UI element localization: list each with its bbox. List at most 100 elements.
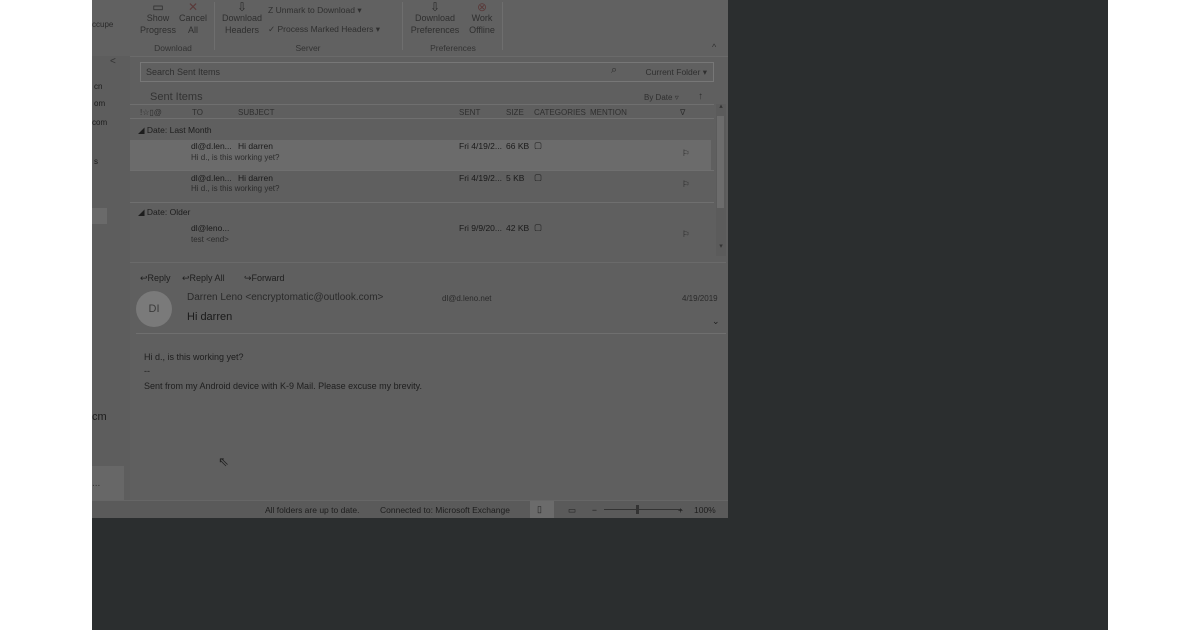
selected-folder-item[interactable]	[92, 208, 107, 224]
zoom-level[interactable]: 100%	[694, 505, 716, 515]
work-offline-icon: ⊗	[476, 0, 488, 14]
folder-item[interactable]: s	[94, 157, 98, 166]
row-sent: Fri 4/19/2...	[459, 173, 502, 183]
search-scope-label: Current Folder	[645, 67, 701, 77]
flag-icon[interactable]: ⚐	[682, 148, 690, 159]
message-to[interactable]: dl@d.leno.net	[442, 294, 492, 303]
desktop-background	[92, 518, 1108, 630]
reply-button[interactable]: ↩Reply	[140, 273, 171, 284]
column-size[interactable]: SIZE	[506, 108, 524, 117]
download-preferences-icon: ⇩	[429, 0, 441, 14]
folder-item[interactable]: cm	[92, 411, 107, 423]
row-to: dl@d.len...	[191, 141, 232, 151]
cancel-all-button[interactable]: ✕ Cancel All	[178, 0, 208, 36]
normal-view-icon: ▯	[537, 504, 542, 514]
message-body-line: --	[144, 366, 150, 376]
show-progress-button[interactable]: ▭ Show Progress	[138, 1, 178, 36]
scroll-up-icon[interactable]: ▴	[716, 102, 726, 110]
download-headers-icon: ⇩	[236, 0, 248, 14]
folder-pane: < cn om com s cm ...	[92, 56, 130, 506]
more-label: ...	[92, 478, 101, 489]
desktop-background-right	[728, 0, 1108, 518]
sort-dropdown[interactable]: By Date ▿	[644, 93, 679, 102]
zoom-out-button[interactable]: −	[592, 505, 597, 515]
filter-icon[interactable]: ∇	[680, 108, 685, 117]
row-subject: Hi darren	[238, 141, 273, 151]
column-icons[interactable]: !☆▯@	[140, 108, 162, 117]
column-divider	[130, 104, 714, 105]
folder-item[interactable]: com	[92, 118, 107, 127]
reply-all-button[interactable]: ↩Reply All	[182, 273, 225, 284]
group-header[interactable]: ◢ Date: Last Month	[138, 125, 212, 136]
forward-label: Forward	[251, 273, 285, 283]
zoom-slider[interactable]	[604, 509, 682, 510]
ribbon-separator	[502, 2, 503, 50]
row-sent: Fri 9/9/20...	[459, 223, 502, 233]
flag-icon[interactable]: ⚐	[682, 229, 690, 240]
cancel-icon: ✕	[187, 0, 199, 14]
folders-status: All folders are up to date.	[265, 505, 360, 515]
forward-icon: ↪	[244, 273, 252, 283]
zoom-slider-thumb[interactable]	[636, 505, 639, 514]
download-preferences-button[interactable]: ⇩ Download Preferences	[408, 0, 462, 36]
search-input[interactable]: Search Sent Items	[146, 67, 220, 77]
mouse-cursor-icon: ⇖	[218, 454, 229, 469]
flag-icon[interactable]: ⚐	[682, 179, 690, 190]
mail-list-scrollbar[interactable]: ▴ ▾	[716, 102, 726, 256]
avatar: DI	[136, 291, 172, 327]
column-sent[interactable]: SENT	[459, 108, 480, 117]
chevron-down-icon: ▾	[357, 5, 362, 15]
column-mention[interactable]: MENTION	[590, 108, 627, 117]
message-body-line: Hi d., is this working yet?	[144, 352, 244, 362]
group-header[interactable]: ◢ Date: Older	[138, 207, 190, 218]
search-scope-dropdown[interactable]: Current Folder ▾	[646, 67, 707, 78]
reading-view-icon[interactable]: ▭	[568, 505, 576, 516]
search-icon[interactable]: ⌕	[611, 64, 617, 77]
collapse-triangle-icon: ◢	[138, 125, 145, 135]
zoom-in-button[interactable]: +	[678, 505, 683, 515]
collapse-folder-pane-icon[interactable]: <	[110, 56, 116, 67]
download-preferences-label: Download Preferences	[410, 13, 460, 35]
row-to: dl@leno...	[191, 223, 230, 233]
column-categories[interactable]: CATEGORIES	[534, 108, 586, 117]
column-subject[interactable]: SUBJECT	[238, 108, 274, 117]
server-group-label: Server	[295, 43, 321, 53]
ribbon-separator	[214, 2, 215, 50]
more-apps-button[interactable]: ...	[92, 466, 124, 500]
group-label: Date: Older	[146, 207, 191, 217]
row-sent: Fri 4/19/2...	[459, 141, 502, 151]
message-date: 4/19/2019	[682, 294, 718, 303]
expand-header-chevron-icon[interactable]: ⌄	[712, 316, 720, 327]
reply-label: Reply	[147, 273, 171, 283]
preferences-group-label: Preferences	[430, 43, 476, 53]
category-box-icon[interactable]: ▢	[534, 172, 542, 183]
column-to[interactable]: TO	[192, 108, 203, 117]
collapse-ribbon-icon[interactable]: ^	[712, 42, 716, 52]
folder-title: Sent Items	[150, 91, 203, 103]
folder-item[interactable]: cn	[94, 82, 102, 91]
row-divider	[130, 202, 714, 203]
forward-button[interactable]: ↪Forward	[244, 273, 285, 284]
normal-view-button[interactable]: ▯	[530, 501, 554, 518]
category-box-icon[interactable]: ▢	[534, 222, 542, 233]
search-box[interactable]: Search Sent Items ⌕ Current Folder ▾	[140, 62, 714, 82]
process-label: Process Marked Headers	[277, 24, 374, 34]
message-subject: Hi darren	[187, 311, 233, 323]
outlook-window: ccupe ▭ Show Progress ✕ Cancel All Downl…	[92, 0, 728, 518]
row-preview: Hi d., is this working yet?	[191, 153, 280, 162]
unmark-to-download-button[interactable]: Z Unmark to Download ▾	[268, 5, 362, 16]
process-marked-headers-button[interactable]: ✓ Process Marked Headers ▾	[268, 24, 380, 35]
collapse-triangle-icon: ◢	[138, 207, 145, 217]
row-preview: test <end>	[191, 235, 229, 244]
category-box-icon[interactable]: ▢	[534, 140, 542, 151]
connection-status[interactable]: Connected to: Microsoft Exchange	[380, 505, 510, 515]
sort-direction-icon[interactable]: ↑	[698, 91, 703, 102]
work-offline-button[interactable]: ⊗ Work Offline	[464, 0, 500, 36]
ribbon-cut-label: ccupe	[92, 20, 114, 29]
download-headers-button[interactable]: ⇩ Download Headers	[220, 0, 264, 36]
row-size: 66 KB	[506, 141, 530, 151]
message-from[interactable]: Darren Leno <encryptomatic@outlook.com>	[187, 292, 383, 303]
folder-item[interactable]: om	[94, 99, 105, 108]
scroll-down-icon[interactable]: ▾	[716, 242, 726, 250]
scrollbar-thumb[interactable]	[717, 116, 724, 208]
